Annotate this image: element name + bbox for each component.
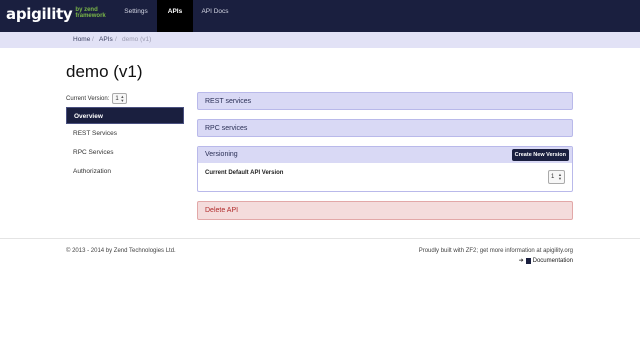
sidebar-item-rest-services[interactable]: REST Services xyxy=(66,125,184,142)
chevron-updown-icon: ▲ ▼ xyxy=(558,172,562,181)
breadcrumb-separator: / xyxy=(115,36,117,43)
page-title: demo (v1) xyxy=(66,62,143,81)
versioning-heading: Versioning Create New Version xyxy=(198,147,572,163)
rest-services-panel[interactable]: REST services xyxy=(197,92,573,110)
book-icon xyxy=(525,257,531,264)
brand-framework: framework xyxy=(75,13,106,19)
breadcrumb-separator: / xyxy=(92,36,94,43)
rest-services-heading: REST services xyxy=(205,98,252,105)
brand-subtitle: by zend framework xyxy=(75,7,105,19)
footer-copyright: © 2013 - 2014 by Zend Technologies Ltd. xyxy=(66,248,176,254)
version-selector-row: Current Version: 1 ▲ ▼ xyxy=(66,93,128,104)
breadcrumb: Home / APIs / demo (v1) xyxy=(0,32,640,48)
documentation-link[interactable]: ➜ Documentation xyxy=(519,257,573,264)
version-label: Current Version: xyxy=(66,95,110,102)
default-version-select[interactable]: 1 ▲ ▼ xyxy=(548,170,565,184)
sidebar-item-rpc-services[interactable]: RPC Services xyxy=(66,144,184,161)
footer-built-with: Proudly built with ZF2; get more informa… xyxy=(418,248,573,254)
create-new-version-button[interactable]: Create New Version xyxy=(511,149,569,161)
nav-apis[interactable]: APIs xyxy=(157,0,193,32)
nav-settings[interactable]: Settings xyxy=(116,0,156,32)
brand-name: apigility xyxy=(6,5,73,23)
versioning-body: Current Default API Version 1 ▲ ▼ xyxy=(198,163,572,191)
nav-api-docs[interactable]: API Docs xyxy=(193,0,237,32)
documentation-label: Documentation xyxy=(532,257,573,264)
footer-divider xyxy=(0,238,640,239)
versioning-panel: Versioning Create New Version Current De… xyxy=(197,146,573,192)
delete-api-panel[interactable]: Delete API xyxy=(197,201,573,220)
versioning-title: Versioning xyxy=(205,151,238,158)
breadcrumb-current: demo (v1) xyxy=(122,36,152,43)
arrow-right-icon: ➜ xyxy=(518,258,524,264)
default-version-value: 1 xyxy=(551,174,555,180)
brand-logo[interactable]: apigility by zend framework xyxy=(6,4,106,28)
delete-api-heading: Delete API xyxy=(205,207,239,214)
breadcrumb-home[interactable]: Home xyxy=(73,32,90,48)
version-value: 1 xyxy=(115,95,119,102)
breadcrumb-apis[interactable]: APIs xyxy=(99,32,113,48)
top-navbar: apigility by zend framework Settings API… xyxy=(0,0,640,32)
rpc-services-heading: RPC services xyxy=(205,125,248,132)
default-version-label: Current Default API Version xyxy=(205,170,284,176)
rpc-services-panel[interactable]: RPC services xyxy=(197,119,573,137)
chevron-updown-icon: ▲ ▼ xyxy=(120,93,125,103)
version-select[interactable]: 1 ▲ ▼ xyxy=(112,93,128,104)
sidebar-item-overview[interactable]: Overview xyxy=(66,107,184,124)
sidebar-item-authorization[interactable]: Authorization xyxy=(66,163,184,180)
